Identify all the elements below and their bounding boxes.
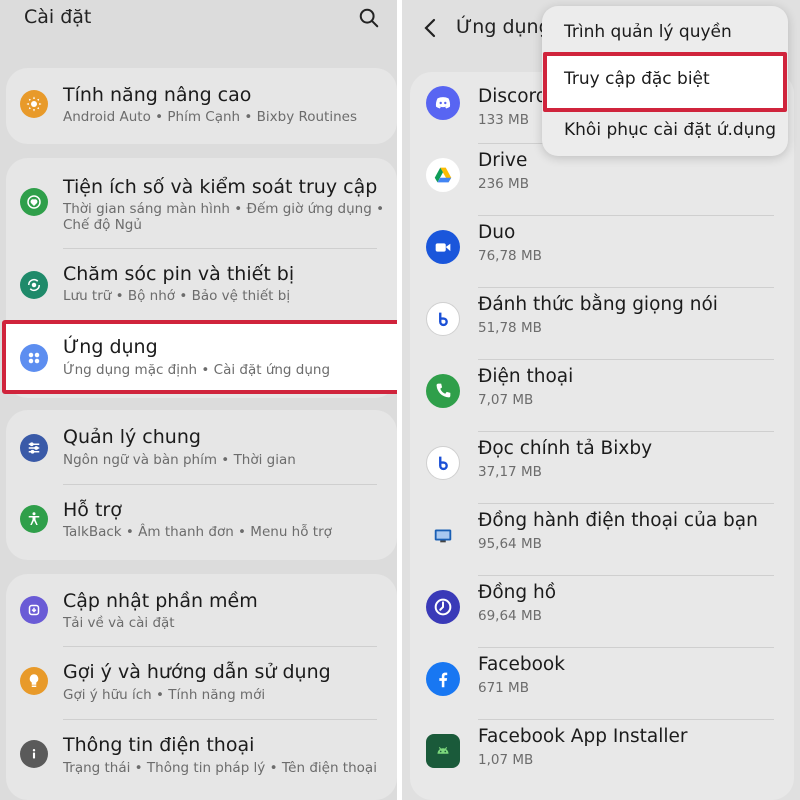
item-title: Cập nhật phần mềm [63,590,258,612]
clock-icon [426,590,460,624]
item-title: Tính năng nâng cao [63,84,252,106]
item-subtitle: TalkBack • Âm thanh đơn • Menu hỗ trợ [63,524,332,540]
app-size: 7,07 MB [478,392,534,408]
settings-item-tips[interactable]: Gợi ý và hướng dẫn sử dụng Gợi ý hữu ích… [6,647,397,719]
update-icon [20,596,48,624]
phone-companion-icon [426,518,460,552]
app-size: 95,64 MB [478,536,542,552]
settings-card-about: Cập nhật phần mềm Tải về và cài đặt Gợi … [6,574,397,800]
gear-sparkle-icon [20,90,48,118]
info-icon [20,740,48,768]
item-subtitle: Trạng thái • Thông tin pháp lý • Tên điệ… [63,760,377,776]
app-size: 671 MB [478,680,529,696]
settings-item-software-update[interactable]: Cập nhật phần mềm Tải về và cài đặt [6,574,397,646]
app-name: Discord [478,86,548,107]
item-title: Hỗ trợ [63,499,122,521]
settings-item-apps[interactable]: Ứng dụng Ứng dụng mặc định • Cài đặt ứng… [2,320,397,394]
app-row-phone[interactable]: Điện thoại 7,07 MB [402,360,800,432]
app-row-facebook[interactable]: Facebook 671 MB [402,648,800,720]
bixby-icon [426,446,460,480]
app-size: 133 MB [478,112,529,128]
lightbulb-icon [20,667,48,695]
app-size: 76,78 MB [478,248,542,264]
settings-item-general-management[interactable]: Quản lý chung Ngôn ngữ và bàn phím • Thờ… [6,410,397,484]
back-chevron-icon[interactable] [420,16,440,40]
sliders-icon [20,434,48,462]
app-row-voice-wake[interactable]: Đánh thức bằng giọng nói 51,78 MB [402,288,800,360]
item-title: Thông tin điện thoại [63,734,255,756]
item-subtitle: Tải về và cài đặt [63,615,175,631]
item-title: Ứng dụng [63,336,158,358]
item-subtitle: Ngôn ngữ và bàn phím • Thời gian [63,452,296,468]
phone-icon [426,374,460,408]
settings-pane: Cài đặt Tính năng nâng cao Android Auto … [0,0,397,800]
app-row-duo[interactable]: Duo 76,78 MB [402,216,800,288]
menu-item-label: Truy cập đặc biệt [564,69,710,89]
app-row-phone-companion[interactable]: Đồng hành điện thoại của bạn 95,64 MB [402,504,800,576]
settings-item-advanced-features[interactable]: Tính năng nâng cao Android Auto • Phím C… [6,68,397,144]
settings-item-digital-wellbeing[interactable]: Tiện ích số và kiểm soát truy cập Thời g… [6,158,397,248]
settings-card-general: Quản lý chung Ngôn ngữ và bàn phím • Thờ… [6,410,397,560]
item-subtitle: Gợi ý hữu ích • Tính năng mới [63,687,266,703]
bixby-icon [426,302,460,336]
app-name: Đồng hành điện thoại của bạn [478,510,758,531]
heart-circle-icon [20,188,48,216]
app-row-clock[interactable]: Đồng hồ 69,64 MB [402,576,800,648]
page-title: Cài đặt [24,6,92,28]
app-name: Duo [478,222,516,243]
app-size: 69,64 MB [478,608,542,624]
google-drive-icon [426,158,460,192]
app-size: 236 MB [478,176,529,192]
item-title: Chăm sóc pin và thiết bị [63,263,295,285]
menu-item-special-access[interactable]: Truy cập đặc biệt [543,52,787,112]
duo-video-icon [426,230,460,264]
app-size: 1,07 MB [478,752,534,768]
item-subtitle: Thời gian sáng màn hình • Đếm giờ ứng dụ… [63,201,385,217]
settings-item-about-phone[interactable]: Thông tin điện thoại Trạng thái • Thông … [6,720,397,792]
settings-card-advanced: Tính năng nâng cao Android Auto • Phím C… [6,68,397,144]
menu-item-reset-app-preferences[interactable]: Khôi phục cài đặt ứ.dụng [564,120,776,140]
accessibility-icon [20,505,48,533]
search-icon[interactable] [358,7,380,29]
discord-icon [426,86,460,120]
android-icon [426,734,460,768]
app-size: 51,78 MB [478,320,542,336]
facebook-icon [426,662,460,696]
app-name: Đồng hồ [478,582,557,603]
app-name: Facebook [478,654,565,675]
apps-grid-icon [20,344,48,372]
menu-item-permission-manager[interactable]: Trình quản lý quyền [564,22,732,42]
item-subtitle-continued: Chế độ Ngủ [63,217,142,233]
settings-item-accessibility[interactable]: Hỗ trợ TalkBack • Âm thanh đơn • Menu hỗ… [6,485,397,559]
app-row-bixby-dictation[interactable]: Đọc chính tả Bixby 37,17 MB [402,432,800,504]
item-subtitle: Ứng dụng mặc định • Cài đặt ứng dụng [63,362,331,378]
app-size: 37,17 MB [478,464,542,480]
app-name: Đánh thức bằng giọng nói [478,294,718,315]
app-name: Đọc chính tả Bixby [478,438,653,459]
app-name: Drive [478,150,528,171]
item-subtitle: Android Auto • Phím Cạnh • Bixby Routine… [63,109,358,125]
item-title: Tiện ích số và kiểm soát truy cập [63,176,378,198]
item-subtitle: Lưu trữ • Bộ nhớ • Bảo vệ thiết bị [63,288,291,304]
page-title: Ứng dụng [456,16,551,38]
settings-item-battery-care[interactable]: Chăm sóc pin và thiết bị Lưu trữ • Bộ nh… [6,249,397,321]
item-title: Quản lý chung [63,426,201,448]
item-title: Gợi ý và hướng dẫn sử dụng [63,661,331,683]
app-row-facebook-installer[interactable]: Facebook App Installer 1,07 MB [402,720,800,792]
refresh-circle-icon [20,271,48,299]
app-name: Facebook App Installer [478,726,688,747]
app-name: Điện thoại [478,366,574,387]
